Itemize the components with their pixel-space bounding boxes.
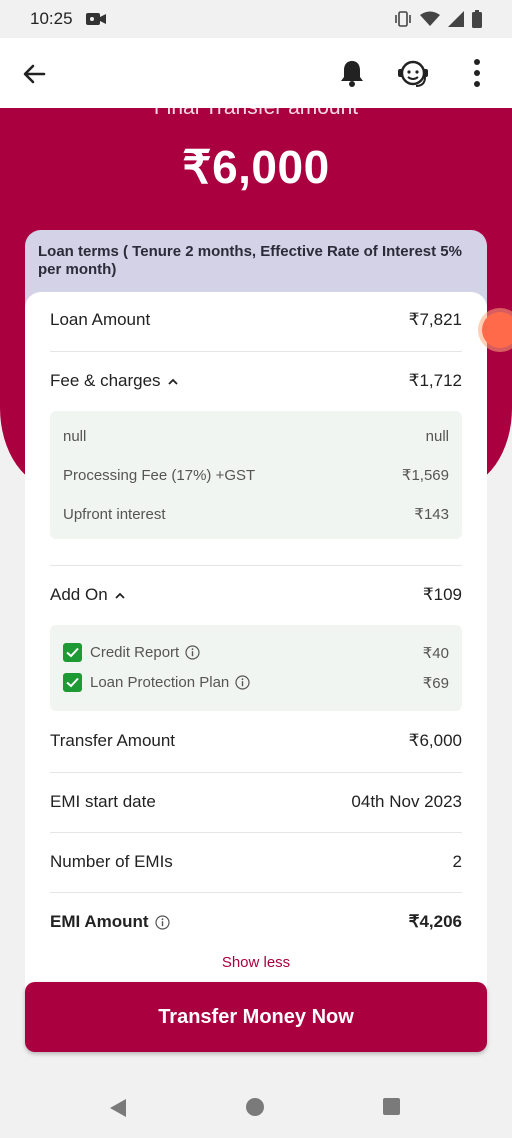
transfer-amount-label: Transfer Amount — [50, 731, 176, 750]
fee-charges-value: ₹1,712 — [408, 371, 462, 390]
system-nav-bar — [0, 1078, 512, 1138]
fee-item-label: Upfront interest — [63, 505, 166, 523]
addon-item-label: Loan Protection Plan — [90, 674, 230, 691]
fee-item-value: ₹1,569 — [401, 467, 449, 484]
info-icon[interactable] — [154, 914, 170, 930]
addon-value: ₹109 — [422, 585, 462, 604]
chevron-up-icon — [115, 592, 126, 599]
nav-home-icon[interactable] — [246, 1098, 264, 1116]
checkbox-loan-protection[interactable] — [63, 673, 82, 692]
transfer-amount-row: Transfer Amount ₹6,000 — [50, 731, 462, 751]
loan-amount-row: Loan Amount ₹7,821 — [50, 310, 462, 330]
loan-details-card: Loan Amount ₹7,821 Fee & charges ₹1,712 … — [25, 292, 487, 1030]
emi-start-label: EMI start date — [50, 792, 156, 811]
floating-camera-badge[interactable] — [482, 312, 512, 348]
divider — [50, 832, 462, 833]
fee-item: Processing Fee (17%) +GST ₹1,569 — [63, 466, 449, 485]
info-icon[interactable] — [235, 675, 250, 690]
addon-row[interactable]: Add On ₹109 — [50, 585, 462, 605]
wifi-icon — [420, 11, 440, 26]
battery-icon — [472, 10, 482, 28]
addon-label: Add On — [50, 585, 108, 604]
bell-icon[interactable] — [338, 58, 366, 88]
arrow-left-icon[interactable] — [20, 60, 48, 88]
camera-icon — [86, 13, 106, 25]
divider — [50, 565, 462, 566]
fee-charges-label: Fee & charges — [50, 371, 161, 390]
check-icon — [66, 647, 79, 658]
final-transfer-amount: ₹6,000 — [182, 141, 330, 193]
addon-breakdown: Credit Report ₹40 Loan Protection Plan ₹… — [50, 625, 462, 711]
info-icon[interactable] — [185, 645, 200, 660]
support-agent-icon[interactable] — [396, 56, 430, 90]
nav-recents-icon[interactable] — [383, 1098, 400, 1115]
fee-item: Upfront interest ₹143 — [63, 505, 449, 524]
status-bar: 10:25 — [0, 0, 512, 38]
fee-charges-toggle[interactable]: Fee & charges — [50, 371, 178, 391]
fee-charges-row[interactable]: Fee & charges ₹1,712 — [50, 371, 462, 391]
addon-item: Credit Report ₹40 — [63, 643, 449, 662]
emi-amount-row: EMI Amount ₹4,206 — [50, 912, 462, 932]
nav-back-icon[interactable] — [108, 1098, 128, 1118]
fee-item-label: Processing Fee (17%) +GST — [63, 466, 256, 484]
app-bar — [0, 38, 512, 108]
num-emis-value: 2 — [452, 852, 462, 871]
show-less-link[interactable]: Show less — [25, 954, 487, 971]
more-vertical-icon[interactable] — [470, 58, 484, 88]
emi-start-value: 04th Nov 2023 — [351, 792, 462, 811]
chevron-up-icon — [168, 378, 178, 385]
loan-terms-card: Loan terms ( Tenure 2 months, Effective … — [25, 230, 487, 1030]
fee-item-label: null — [63, 428, 87, 445]
divider — [50, 892, 462, 893]
addon-item: Loan Protection Plan ₹69 — [63, 673, 449, 692]
loan-amount-value: ₹7,821 — [408, 310, 462, 329]
status-time: 10:25 — [30, 9, 73, 28]
loan-amount-label: Loan Amount — [50, 310, 151, 329]
fee-item-value: null — [425, 428, 449, 445]
loan-terms-text: Loan terms ( Tenure 2 months, Effective … — [38, 243, 462, 278]
hero-label: Final Transfer amount — [0, 108, 512, 120]
emi-start-row: EMI start date 04th Nov 2023 — [50, 792, 462, 812]
num-emis-label: Number of EMIs — [50, 852, 173, 871]
addon-toggle[interactable]: Add On — [50, 585, 126, 605]
fee-breakdown: null null Processing Fee (17%) +GST ₹1,5… — [50, 411, 462, 539]
fee-item-value: ₹143 — [414, 506, 449, 523]
transfer-amount-value: ₹6,000 — [408, 731, 462, 750]
divider — [50, 772, 462, 773]
fee-item: null null — [63, 428, 449, 445]
emi-amount-label: EMI Amount — [50, 912, 149, 931]
addon-item-label: Credit Report — [90, 644, 180, 661]
addon-item-value: ₹69 — [422, 674, 449, 692]
transfer-money-button[interactable]: Transfer Money Now — [25, 982, 487, 1052]
vibrate-icon — [395, 11, 411, 27]
num-emis-row: Number of EMIs 2 — [50, 852, 462, 872]
check-icon — [66, 677, 79, 688]
checkbox-credit-report[interactable] — [63, 643, 82, 662]
divider — [50, 351, 462, 352]
signal-icon — [448, 11, 464, 27]
emi-amount-value: ₹4,206 — [408, 912, 462, 931]
status-icons — [394, 10, 482, 28]
addon-item-value: ₹40 — [422, 644, 449, 662]
